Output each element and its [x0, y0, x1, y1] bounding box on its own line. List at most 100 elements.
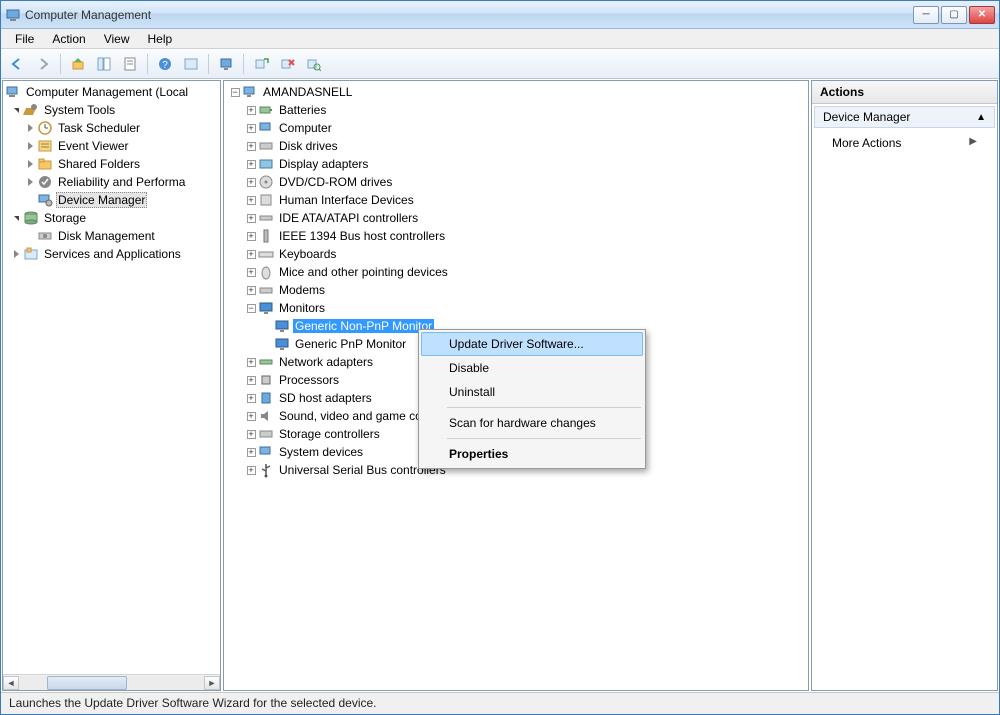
menu-view[interactable]: View — [96, 31, 138, 47]
expand-icon[interactable]: + — [244, 448, 258, 457]
device-root[interactable]: − AMANDASNELL — [224, 83, 808, 101]
tree-task-scheduler[interactable]: Task Scheduler — [3, 119, 220, 137]
cat-modems[interactable]: +Modems — [224, 281, 808, 299]
expand-icon[interactable]: + — [244, 268, 258, 277]
cat-monitors[interactable]: −Monitors — [224, 299, 808, 317]
expand-icon[interactable]: + — [244, 232, 258, 241]
scan-hardware-button[interactable] — [301, 52, 325, 76]
cat-ieee1394[interactable]: +IEEE 1394 Bus host controllers — [224, 227, 808, 245]
actions-pane: Actions Device Manager ▲ More Actions ▶ — [811, 80, 998, 691]
expand-icon[interactable]: + — [244, 142, 258, 151]
menu-help[interactable]: Help — [140, 31, 181, 47]
tree-label: DVD/CD-ROM drives — [277, 175, 394, 189]
horizontal-scrollbar[interactable]: ◄ ► — [3, 674, 220, 690]
cat-dvd[interactable]: + DVD/CD-ROM drives — [224, 173, 808, 191]
maximize-button[interactable]: ▢ — [941, 6, 967, 24]
console-tree-pane[interactable]: Computer Management (Local System Tools … — [2, 80, 221, 691]
show-hide-tree-button[interactable] — [92, 52, 116, 76]
scroll-left-arrow[interactable]: ◄ — [3, 676, 19, 690]
expand-icon[interactable]: + — [244, 394, 258, 403]
menu-bar: File Action View Help — [1, 29, 999, 49]
menu-file[interactable]: File — [7, 31, 42, 47]
scroll-track[interactable] — [19, 676, 204, 690]
view-button[interactable] — [179, 52, 203, 76]
expand-icon[interactable]: + — [244, 430, 258, 439]
collapse-icon[interactable]: − — [228, 88, 242, 97]
forward-button[interactable] — [31, 52, 55, 76]
computer-management-icon — [5, 84, 21, 100]
cat-mice[interactable]: +Mice and other pointing devices — [224, 263, 808, 281]
expand-icon[interactable]: + — [244, 376, 258, 385]
tree-shared-folders[interactable]: Shared Folders — [3, 155, 220, 173]
cat-disk-drives[interactable]: +Disk drives — [224, 137, 808, 155]
battery-icon — [258, 102, 274, 118]
expand-icon[interactable]: + — [244, 124, 258, 133]
expand-icon[interactable]: + — [244, 466, 258, 475]
tree-label: System devices — [277, 445, 365, 459]
update-driver-button[interactable] — [249, 52, 273, 76]
expand-icon[interactable]: + — [244, 358, 258, 367]
tree-label: Generic PnP Monitor — [293, 337, 408, 351]
expander-icon[interactable] — [23, 178, 37, 186]
tree-device-manager[interactable]: Device Manager — [3, 191, 220, 209]
cat-hid[interactable]: +Human Interface Devices — [224, 191, 808, 209]
tree-system-tools[interactable]: System Tools — [3, 101, 220, 119]
expand-icon[interactable]: + — [244, 214, 258, 223]
properties-button[interactable] — [118, 52, 142, 76]
expand-icon[interactable]: + — [244, 178, 258, 187]
more-actions-item[interactable]: More Actions ▶ — [812, 130, 997, 156]
cat-computer[interactable]: +Computer — [224, 119, 808, 137]
title-bar: Computer Management ─ ▢ ✕ — [1, 1, 999, 29]
expand-icon[interactable]: + — [244, 412, 258, 421]
usb-icon — [258, 462, 274, 478]
expand-icon[interactable]: + — [244, 106, 258, 115]
uninstall-button[interactable] — [275, 52, 299, 76]
tree-disk-management[interactable]: Disk Management — [3, 227, 220, 245]
cat-display-adapters[interactable]: +Display adapters — [224, 155, 808, 173]
tree-event-viewer[interactable]: Event Viewer — [3, 137, 220, 155]
back-button[interactable] — [5, 52, 29, 76]
device-icon-button[interactable] — [214, 52, 238, 76]
ctx-scan[interactable]: Scan for hardware changes — [421, 411, 643, 435]
tree-storage[interactable]: Storage — [3, 209, 220, 227]
ctx-update-driver[interactable]: Update Driver Software... — [421, 332, 643, 356]
ctx-properties[interactable]: Properties — [421, 442, 643, 466]
expander-icon[interactable] — [9, 216, 23, 221]
collapse-icon[interactable]: − — [244, 304, 258, 313]
ieee1394-icon — [258, 228, 274, 244]
scroll-right-arrow[interactable]: ► — [204, 676, 220, 690]
expand-icon[interactable]: + — [244, 286, 258, 295]
expand-icon[interactable]: + — [244, 250, 258, 259]
close-button[interactable]: ✕ — [969, 6, 995, 24]
minimize-button[interactable]: ─ — [913, 6, 939, 24]
system-tools-icon — [23, 102, 39, 118]
actions-section[interactable]: Device Manager ▲ — [814, 106, 995, 128]
storage-ctrl-icon — [258, 426, 274, 442]
cat-batteries[interactable]: +Batteries — [224, 101, 808, 119]
ctx-uninstall[interactable]: Uninstall — [421, 380, 643, 404]
collapse-icon[interactable]: ▲ — [976, 112, 986, 123]
tree-reliability[interactable]: Reliability and Performa — [3, 173, 220, 191]
ctx-disable[interactable]: Disable — [421, 356, 643, 380]
status-bar: Launches the Update Driver Software Wiza… — [1, 692, 999, 714]
actions-section-label: Device Manager — [823, 110, 910, 124]
up-button[interactable] — [66, 52, 90, 76]
ctx-separator — [447, 407, 641, 408]
tree-root-computer-management[interactable]: Computer Management (Local — [3, 83, 220, 101]
cat-keyboards[interactable]: +Keyboards — [224, 245, 808, 263]
expander-icon[interactable] — [9, 108, 23, 113]
expander-icon[interactable] — [9, 250, 23, 258]
device-manager-icon — [37, 192, 53, 208]
expander-icon[interactable] — [23, 142, 37, 150]
scroll-thumb[interactable] — [47, 676, 127, 690]
expand-icon[interactable]: + — [244, 160, 258, 169]
help-button[interactable]: ? — [153, 52, 177, 76]
expander-icon[interactable] — [23, 160, 37, 168]
expander-icon[interactable] — [23, 124, 37, 132]
cat-ide[interactable]: +IDE ATA/ATAPI controllers — [224, 209, 808, 227]
tree-services-apps[interactable]: Services and Applications — [3, 245, 220, 263]
hid-icon — [258, 192, 274, 208]
menu-action[interactable]: Action — [44, 31, 93, 47]
tree-label: Computer Management (Local — [24, 85, 190, 99]
expand-icon[interactable]: + — [244, 196, 258, 205]
